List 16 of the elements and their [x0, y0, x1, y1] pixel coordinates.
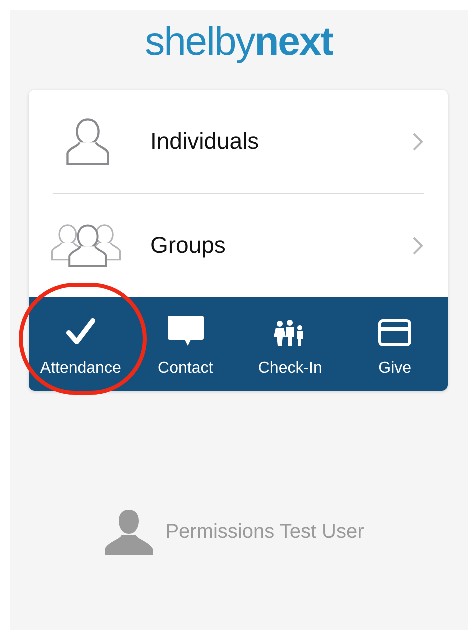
menu-item[interactable]: Individuals: [28, 90, 448, 193]
action-button[interactable]: Contact: [133, 297, 238, 391]
chevron-right-icon: [412, 236, 424, 256]
action-button[interactable]: Check-In: [238, 297, 343, 391]
menu-label: Groups: [150, 231, 227, 260]
menu-item[interactable]: Groups: [28, 194, 448, 297]
chevron-right-icon: [412, 132, 424, 152]
action-button[interactable]: Give: [342, 297, 448, 391]
menu-label: Individuals: [150, 127, 260, 156]
credit-card-icon: [378, 319, 412, 347]
user-name: Permissions Test User: [166, 520, 364, 545]
checkmark-icon: [64, 317, 97, 347]
logo: shelbynext: [145, 19, 333, 66]
user-avatar-icon: [104, 509, 154, 555]
speech-bubble-icon: [166, 315, 205, 347]
action-button[interactable]: Attendance: [28, 297, 134, 391]
